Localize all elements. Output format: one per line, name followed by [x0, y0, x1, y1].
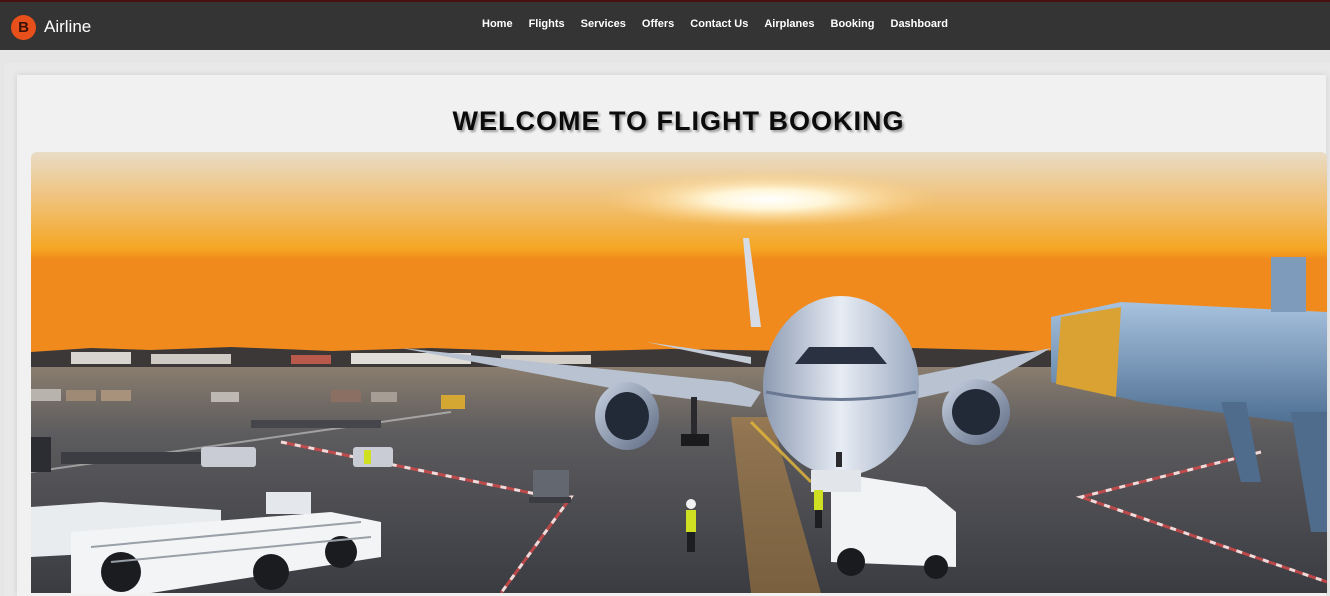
- nav-link-airplanes[interactable]: Airplanes: [764, 18, 814, 30]
- navbar: B Airline Home Flights Services Offers C…: [0, 2, 1330, 50]
- nav-link-flights[interactable]: Flights: [529, 18, 565, 30]
- brand-name: Airline: [44, 17, 92, 36]
- hero-image: [31, 152, 1327, 593]
- nav-link-contact-us[interactable]: Contact Us: [690, 18, 748, 30]
- airplane-sunset-illustration: [31, 152, 1327, 593]
- brand-logo-icon: B: [11, 14, 36, 40]
- nav-link-offers[interactable]: Offers: [642, 18, 674, 30]
- nav-link-home[interactable]: Home: [482, 18, 513, 30]
- brand[interactable]: B Airline: [11, 14, 91, 40]
- nav-link-booking[interactable]: Booking: [831, 18, 875, 30]
- nav-link-dashboard[interactable]: Dashboard: [891, 18, 948, 30]
- nav-link-services[interactable]: Services: [581, 18, 626, 30]
- nav-menu: Home Flights Services Offers Contact Us …: [482, 18, 948, 30]
- hero-title: WELCOME TO FLIGHT BOOKING: [452, 106, 905, 136]
